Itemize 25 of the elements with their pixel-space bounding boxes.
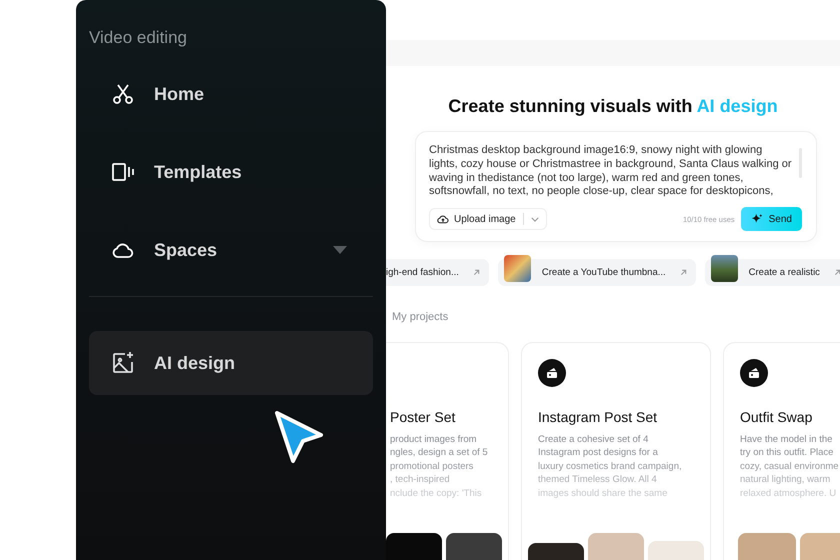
upload-image-button[interactable]: Upload image: [429, 208, 547, 230]
card-title: Outfit Swap: [740, 409, 814, 425]
prompt-box[interactable]: [415, 131, 817, 242]
prompt-text: Christmas desktop background image16:9, snowy night with glowing lights, cozy house or Christmastree in background, Santa Claus walking or waving in thedistance (not too large), warm red and green tones, softsnowfall, no text, no people close-up, clear space for desktopicons,: [429, 144, 793, 200]
send-button[interactable]: Send: [740, 207, 802, 231]
video-template-icon: [111, 160, 135, 184]
nav-item[interactable]: Spaces: [89, 218, 373, 282]
arrow-up-right-icon: [680, 269, 687, 276]
card-title: Instagram Post Set: [538, 409, 658, 425]
section-label: My projects: [392, 311, 450, 323]
arrow-up-right-icon: [472, 269, 480, 276]
nav-item[interactable]: Templates: [89, 140, 373, 204]
nav-item[interactable]: AI design: [89, 331, 373, 395]
cloud-upload-icon: [437, 213, 449, 225]
pointer-cursor-icon: [273, 409, 325, 465]
section-title: Video editing: [89, 28, 188, 48]
arrow-up-right-icon: [834, 269, 840, 276]
scissors-icon: [111, 82, 135, 106]
card-title: Poster Set: [390, 409, 456, 425]
sparkle-icon: [750, 213, 763, 225]
chevron-down-icon: [530, 216, 539, 222]
nav-item[interactable]: Home: [89, 62, 373, 126]
suggestion-chip[interactable]: igh-end fashion...: [386, 259, 489, 286]
image-sparkle-icon: [111, 351, 135, 375]
page-heading: Create stunning visuals with AI design: [447, 96, 779, 117]
